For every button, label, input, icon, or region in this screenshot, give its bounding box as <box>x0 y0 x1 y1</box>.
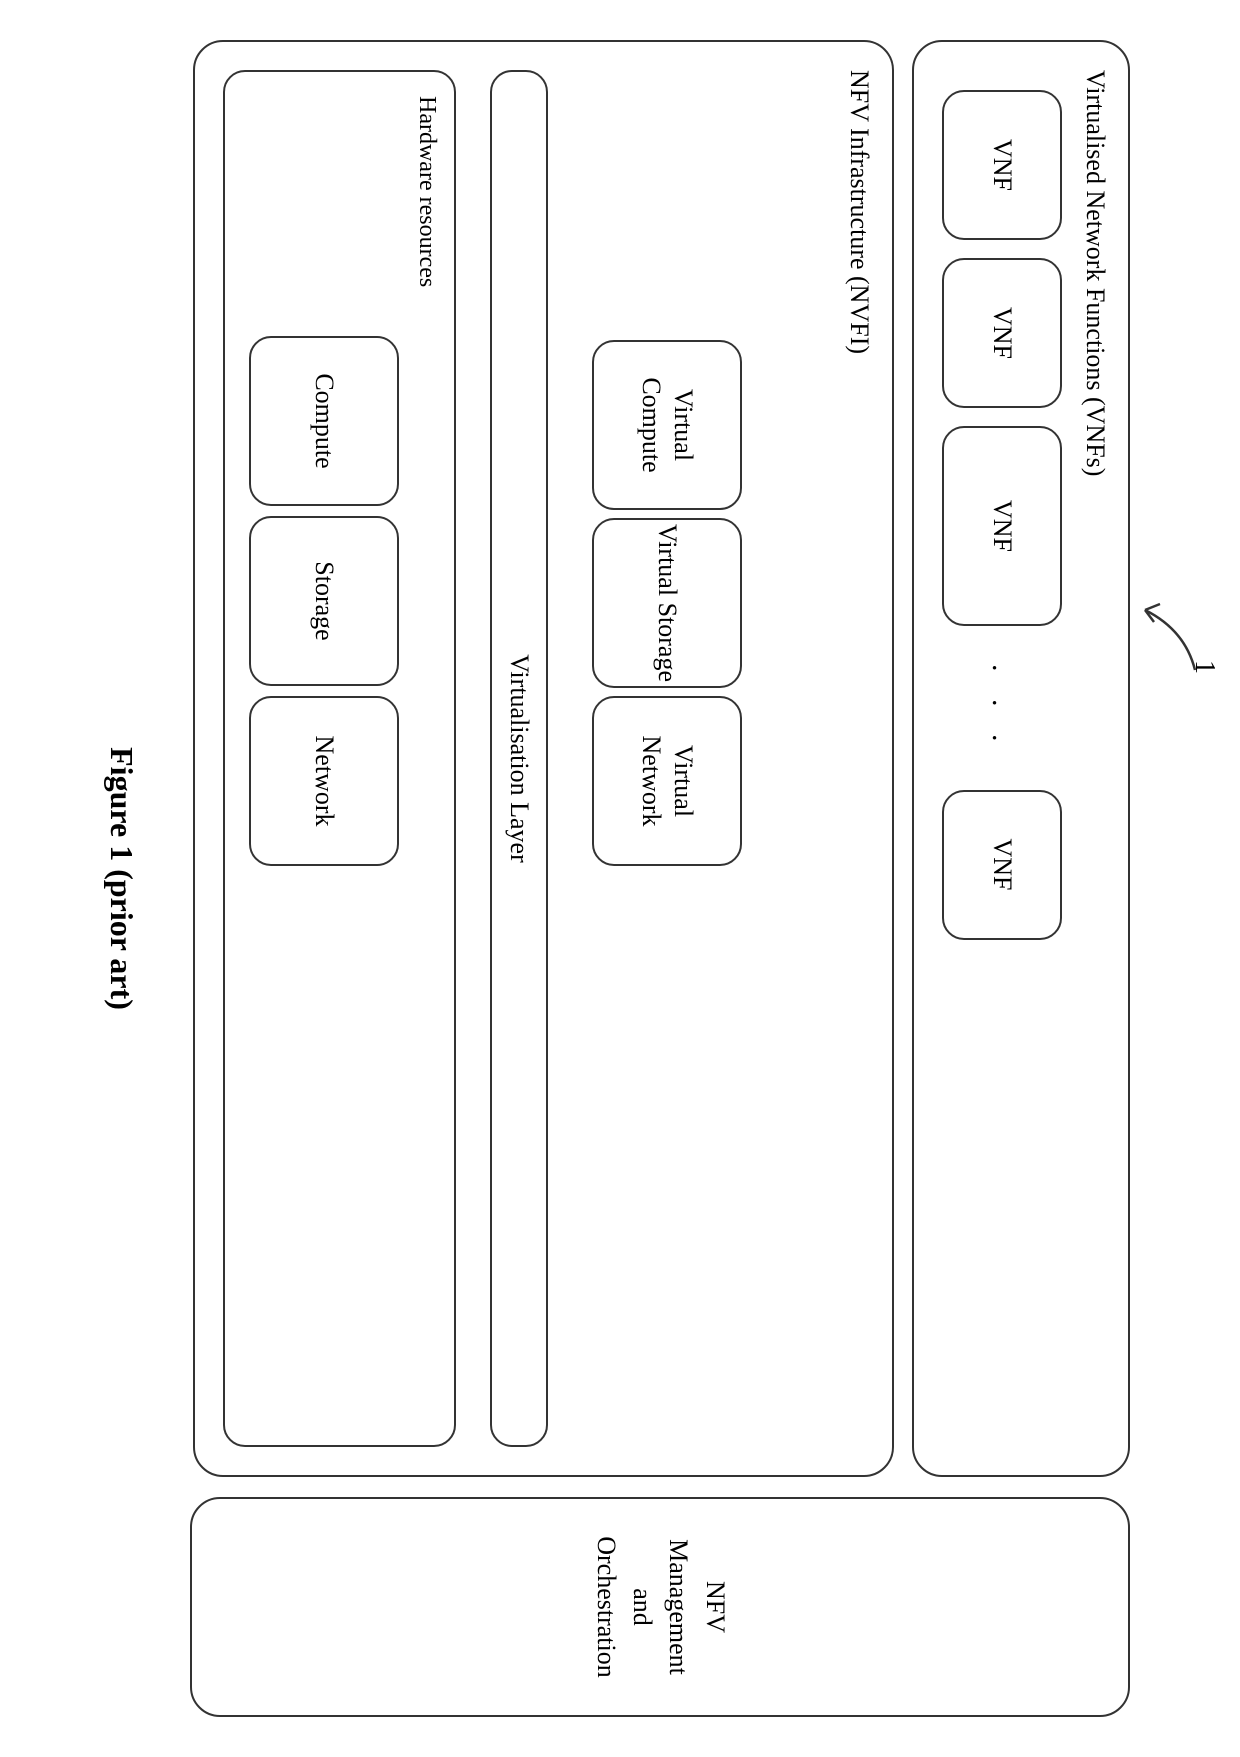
hardware-resources-block: Hardware resources Compute Storage Netwo… <box>223 70 456 1447</box>
diagram-main: Virtualised Network Functions (VNFs) VNF… <box>190 40 1130 1717</box>
hardware-row: Compute Storage Network <box>249 336 399 1421</box>
vnfs-block: Virtualised Network Functions (VNFs) VNF… <box>912 40 1130 1477</box>
left-column: Virtualised Network Functions (VNFs) VNF… <box>190 40 1130 1477</box>
virtual-compute-box: Virtual Compute <box>592 340 742 510</box>
nvfi-block: NFV Infrastructure (NVFI) Virtual Comput… <box>193 40 894 1477</box>
vnf-box: VNF <box>942 426 1062 626</box>
vnf-row: VNF VNF VNF . . . VNF <box>942 70 1062 1447</box>
hardware-title: Hardware resources <box>413 96 440 1421</box>
right-column: NFV Management and Orchestration <box>190 1497 1130 1717</box>
vnf-ellipsis: . . . <box>985 644 1019 772</box>
mano-block: NFV Management and Orchestration <box>190 1497 1130 1717</box>
vnfs-title: Virtualised Network Functions (VNFs) <box>1080 70 1110 1447</box>
virtual-storage-box: Virtual Storage <box>592 518 742 688</box>
virtual-resources-row: Virtual Compute Virtual Storage Virtual … <box>592 340 742 1447</box>
pointer-arrow-icon <box>1130 600 1200 690</box>
hw-network-box: Network <box>249 696 399 866</box>
vnf-box: VNF <box>942 258 1062 408</box>
vnf-box: VNF <box>942 790 1062 940</box>
virtualisation-layer-box: Virtualisation Layer <box>490 70 548 1447</box>
hw-compute-box: Compute <box>249 336 399 506</box>
virtual-network-box: Virtual Network <box>592 696 742 866</box>
figure-caption: Figure 1 (prior art) <box>103 40 140 1717</box>
hw-storage-box: Storage <box>249 516 399 686</box>
nvfi-title: NFV Infrastructure (NVFI) <box>844 70 874 1447</box>
vnf-box: VNF <box>942 90 1062 240</box>
